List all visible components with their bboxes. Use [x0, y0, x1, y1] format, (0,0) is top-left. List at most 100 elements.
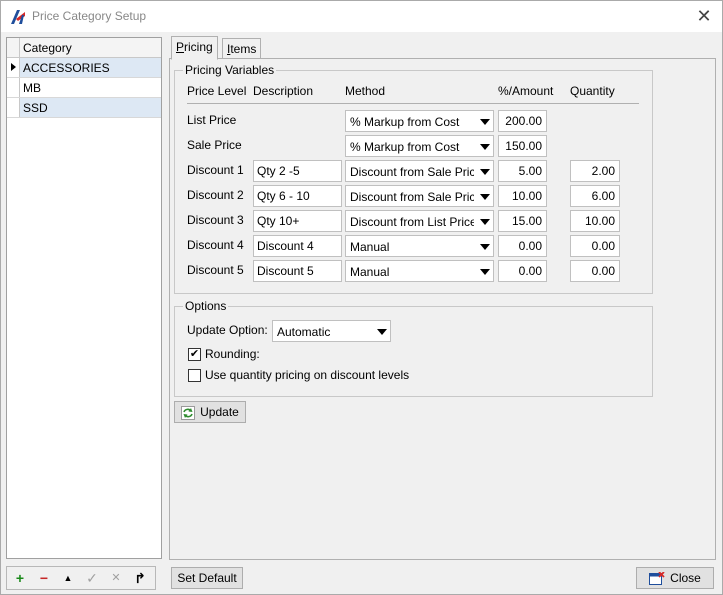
price-level-label: Discount 4: [187, 238, 244, 252]
quantity-pricing-label: Use quantity pricing on discount levels: [205, 368, 410, 382]
method-value: Discount from List Price: [350, 215, 474, 229]
close-window-icon: [649, 571, 665, 585]
description-header: Description: [253, 84, 314, 98]
chevron-down-icon[interactable]: [476, 211, 493, 231]
pricing-variables-group: Pricing Variables Price Level Descriptio…: [174, 63, 653, 294]
amount-header: %/Amount: [498, 84, 554, 98]
quantity-input[interactable]: 0.00: [570, 260, 620, 282]
method-select[interactable]: Discount from Sale Price: [345, 160, 494, 182]
method-value: Manual: [350, 265, 390, 279]
options-group: Options Update Option: Automatic ✔ Round…: [174, 299, 653, 397]
rounding-checkbox[interactable]: ✔: [188, 348, 201, 361]
method-select[interactable]: % Markup from Cost: [345, 135, 494, 157]
chevron-down-icon[interactable]: [373, 321, 390, 341]
chevron-down-icon[interactable]: [476, 161, 493, 181]
tab-items[interactable]: Items: [222, 38, 262, 60]
title-bar: Price Category Setup ✕: [1, 1, 722, 32]
rounding-label: Rounding:: [205, 347, 260, 361]
method-value: % Markup from Cost: [350, 115, 460, 129]
price-level-label: Discount 1: [187, 163, 244, 177]
quantity-input[interactable]: 10.00: [570, 210, 620, 232]
method-select[interactable]: % Markup from Cost: [345, 110, 494, 132]
window-title: Price Category Setup: [32, 9, 147, 23]
quantity-input[interactable]: 6.00: [570, 185, 620, 207]
price-level-label: Discount 5: [187, 263, 244, 277]
grid-header: Category: [7, 38, 161, 58]
cancel-edit-button[interactable]: ✕: [104, 568, 128, 588]
method-value: % Markup from Cost: [350, 140, 460, 154]
close-button[interactable]: Close: [636, 567, 714, 589]
tab-pricing[interactable]: Pricing: [171, 36, 218, 60]
header-divider: [187, 103, 639, 104]
close-button-label: Close: [670, 571, 701, 585]
update-button[interactable]: Update: [174, 401, 246, 423]
category-cell[interactable]: MB: [23, 81, 41, 95]
category-column-header[interactable]: Category: [23, 41, 72, 55]
method-value: Discount from Sale Price: [350, 165, 474, 179]
method-select[interactable]: Discount from List Price: [345, 210, 494, 232]
add-record-button[interactable]: +: [8, 568, 32, 588]
amount-input[interactable]: 10.00: [498, 185, 547, 207]
chevron-down-icon[interactable]: [476, 186, 493, 206]
amount-input[interactable]: 150.00: [498, 135, 547, 157]
update-option-value: Automatic: [277, 325, 331, 339]
category-cell[interactable]: ACCESSORIES: [23, 61, 110, 75]
quantity-pricing-checkbox[interactable]: [188, 369, 201, 382]
pricing-variables-label: Pricing Variables: [183, 63, 277, 77]
chevron-down-icon[interactable]: [476, 261, 493, 281]
method-value: Discount from Sale Price: [350, 190, 474, 204]
amount-input[interactable]: 0.00: [498, 235, 547, 257]
current-row-arrow-icon: [11, 63, 16, 71]
app-logo-icon: [11, 10, 25, 24]
price-level-label: Sale Price: [187, 138, 242, 152]
quantity-input[interactable]: 0.00: [570, 235, 620, 257]
method-select[interactable]: Discount from Sale Price: [345, 185, 494, 207]
post-edit-button[interactable]: ✓: [80, 568, 104, 588]
amount-input[interactable]: 5.00: [498, 160, 547, 182]
amount-input[interactable]: 200.00: [498, 110, 547, 132]
description-input[interactable]: Qty 6 - 10: [253, 185, 342, 207]
update-option-select[interactable]: Automatic: [272, 320, 391, 342]
method-header: Method: [345, 84, 386, 98]
table-row[interactable]: SSD: [7, 98, 161, 118]
category-grid[interactable]: Category ACCESSORIES MB SSD: [6, 37, 162, 559]
pricing-tab-panel: Pricing Variables Price Level Descriptio…: [169, 58, 716, 560]
chevron-down-icon[interactable]: [476, 111, 493, 131]
description-input[interactable]: Discount 5: [253, 260, 342, 282]
method-select[interactable]: Manual: [345, 260, 494, 282]
table-row[interactable]: ACCESSORIES: [7, 58, 161, 78]
quantity-input[interactable]: 2.00: [570, 160, 620, 182]
window-close-icon[interactable]: ✕: [694, 6, 714, 26]
price-category-window: Price Category Setup ✕ Category ACCESSOR…: [0, 0, 723, 595]
refresh-button[interactable]: ↱: [128, 568, 152, 588]
price-level-label: List Price: [187, 113, 237, 127]
price-level-label: Discount 2: [187, 188, 244, 202]
amount-input[interactable]: 15.00: [498, 210, 547, 232]
description-input[interactable]: Qty 10+: [253, 210, 342, 232]
table-row[interactable]: MB: [7, 78, 161, 98]
set-default-button[interactable]: Set Default: [171, 567, 243, 589]
method-value: Manual: [350, 240, 390, 254]
description-input[interactable]: Discount 4: [253, 235, 342, 257]
price-level-label: Discount 3: [187, 213, 244, 227]
row-indicator: [7, 78, 20, 97]
quantity-header: Quantity: [570, 84, 615, 98]
options-label: Options: [183, 299, 229, 313]
method-select[interactable]: Manual: [345, 235, 494, 257]
update-option-label: Update Option:: [187, 323, 268, 337]
category-cell[interactable]: SSD: [23, 101, 48, 115]
grid-navigator: + − ▲ ✓ ✕ ↱: [6, 566, 156, 590]
update-button-label: Update: [200, 405, 239, 419]
row-indicator: [7, 58, 20, 77]
price-level-header: Price Level: [187, 84, 247, 98]
chevron-down-icon[interactable]: [476, 236, 493, 256]
grid-indicator-header: [7, 38, 20, 57]
row-indicator: [7, 98, 20, 117]
chevron-down-icon[interactable]: [476, 136, 493, 156]
refresh-icon: [181, 405, 196, 420]
amount-input[interactable]: 0.00: [498, 260, 547, 282]
delete-record-button[interactable]: −: [32, 568, 56, 588]
description-input[interactable]: Qty 2 -5: [253, 160, 342, 182]
checkmark-icon: ✔: [189, 348, 200, 360]
move-up-button[interactable]: ▲: [56, 568, 80, 588]
